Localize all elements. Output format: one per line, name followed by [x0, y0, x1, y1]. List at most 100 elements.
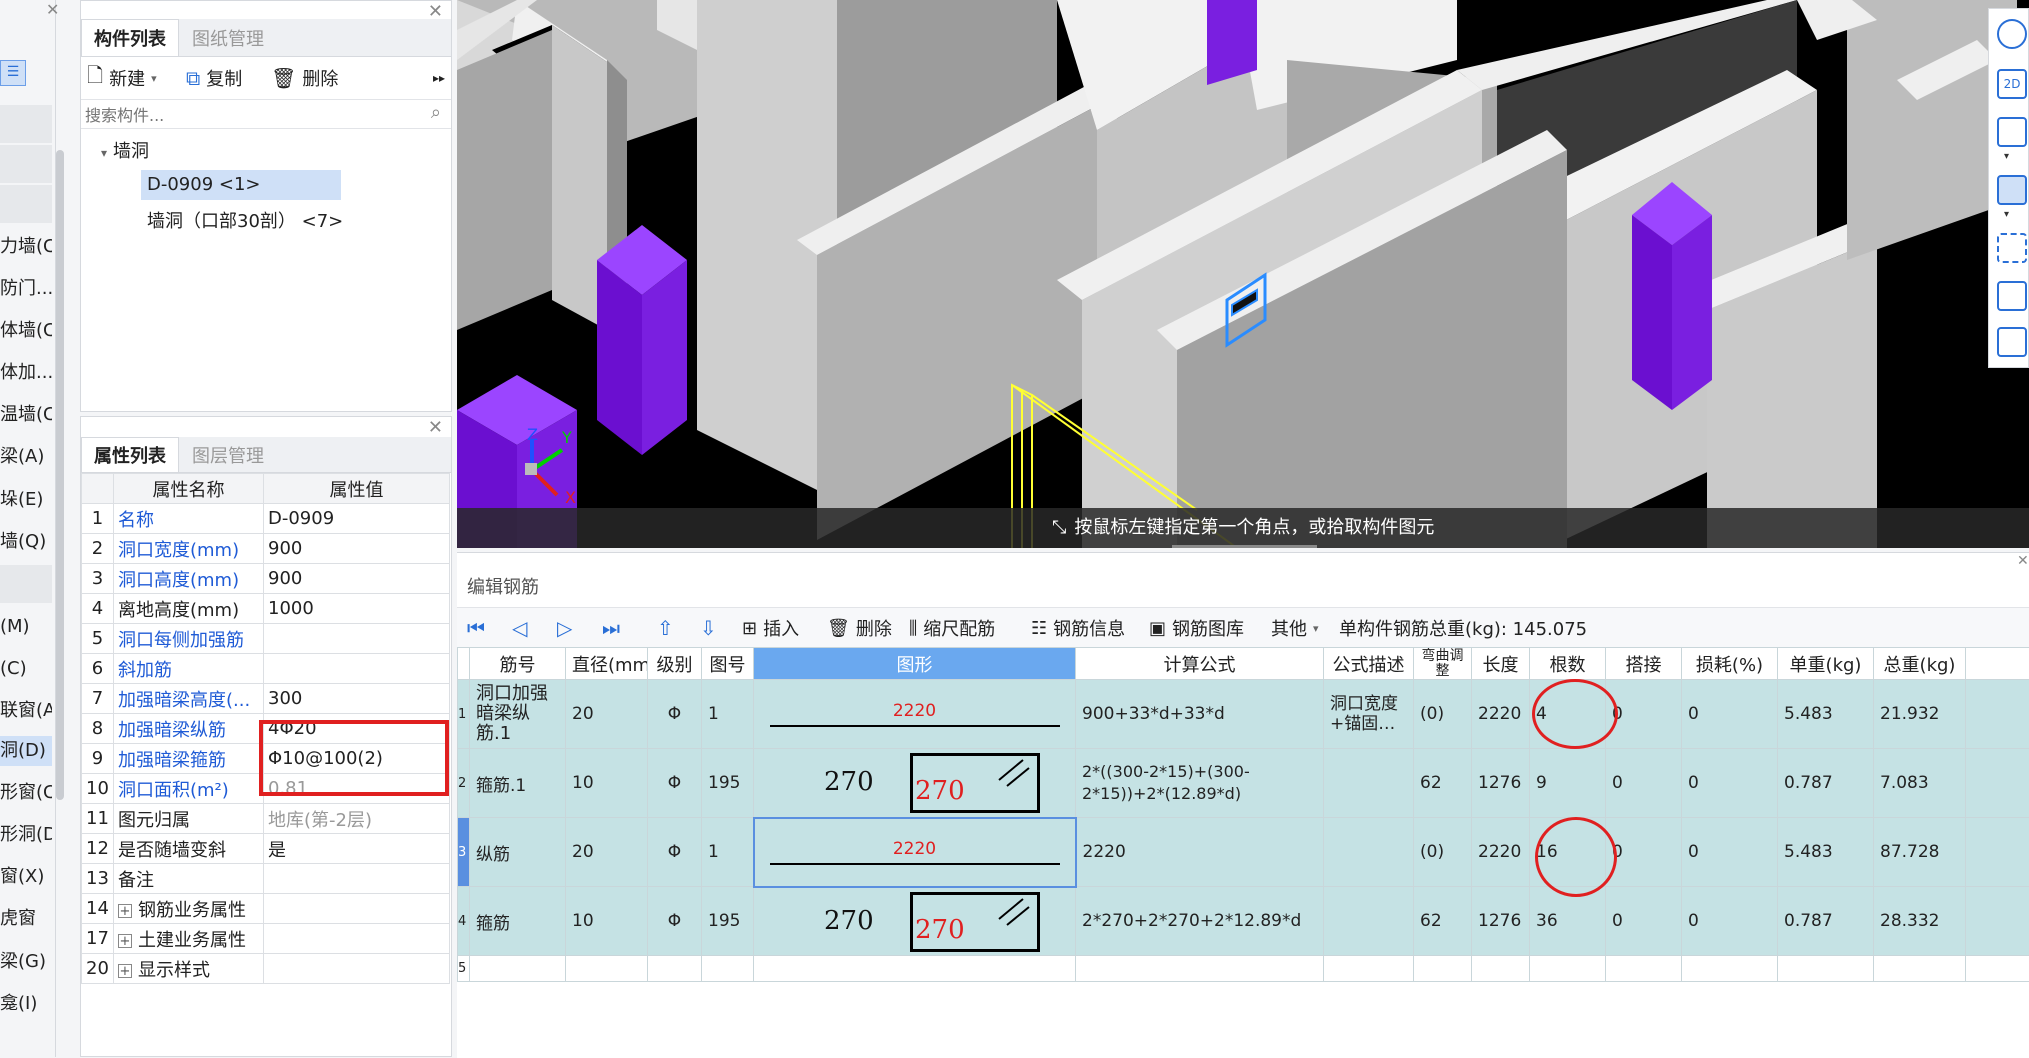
empty-cell[interactable] [1414, 956, 1472, 982]
sidebar-item[interactable]: 梁(G) [0, 947, 52, 977]
sidebar-item[interactable]: 联窗(A [0, 696, 52, 726]
col-header[interactable]: 级别 [648, 648, 702, 680]
empty-cell[interactable] [702, 956, 754, 982]
rebar-name[interactable]: 箍筋 [470, 887, 566, 956]
property-value[interactable] [264, 864, 450, 894]
sidebar-item[interactable]: (C) [0, 654, 52, 684]
col-header[interactable]: 公式描述 [1324, 648, 1414, 680]
rebar-length[interactable]: 1276 [1472, 749, 1530, 818]
property-value[interactable] [264, 624, 450, 654]
tree-item-selected[interactable]: D-0909 <1> [141, 170, 341, 200]
sidebar-item[interactable]: 形窗(C [0, 778, 52, 808]
2d-icon[interactable]: 2D [1997, 69, 2027, 99]
rebar-formula[interactable]: 2*((300-2*15)+(300-2*15))+2*(12.89*d) [1076, 749, 1324, 818]
rebar-row[interactable]: 4 箍筋 10 Φ 195 270 270 2*270+2*270+2*12.8… [458, 887, 2029, 956]
col-header[interactable]: 筋号 [470, 648, 566, 680]
property-row[interactable]: 13备注 [82, 864, 450, 894]
rebar-figure[interactable]: 1 [702, 818, 754, 887]
rebar-formula[interactable]: 2220 [1076, 818, 1324, 887]
empty-cell[interactable] [1606, 956, 1682, 982]
property-row[interactable]: 4离地高度(mm)1000 [82, 594, 450, 624]
col-header-shape[interactable]: 图形 [754, 648, 1076, 680]
sidebar-item[interactable]: 墙(Q) [0, 527, 52, 557]
sidebar-item[interactable]: 形洞(D [0, 820, 52, 850]
rebar-row[interactable]: 3 纵筋 20 Φ 1 2220 2220 (0) 2220 16 0 0 5.… [458, 818, 2029, 887]
rebar-length[interactable]: 2220 [1472, 818, 1530, 887]
sidebar-item[interactable]: 龛(I) [0, 989, 52, 1019]
property-row[interactable]: 7加强暗梁高度(...300 [82, 684, 450, 714]
rebar-diameter[interactable]: 20 [566, 680, 648, 749]
rebar-lap[interactable]: 0 [1606, 887, 1682, 956]
sidebar-item-selected[interactable]: 洞(D) [0, 736, 52, 766]
expand-icon[interactable]: + [118, 904, 132, 918]
other-dropdown[interactable]: 其他▾ [1271, 608, 1319, 648]
property-group-row[interactable]: 20+显示样式 [82, 954, 450, 984]
property-row[interactable]: 11图元归属地库(第-2层) [82, 804, 450, 834]
3d-viewport[interactable]: Z Y X ⤡按鼠标左键指定第一个角点，或拾取构件图元 [457, 0, 2029, 548]
property-group[interactable]: +钢筋业务属性 [114, 894, 264, 924]
rebar-shape[interactable]: 270 270 [754, 749, 1076, 818]
property-value[interactable] [264, 654, 450, 684]
tree-group-wall-hole[interactable]: ▾墙洞 [101, 137, 149, 167]
empty-cell[interactable] [470, 956, 566, 982]
empty-cell[interactable] [566, 956, 648, 982]
new-button[interactable]: 🗋新建▾ [87, 59, 157, 97]
property-value[interactable]: 1000 [264, 594, 450, 624]
col-header[interactable]: 长度 [1472, 648, 1530, 680]
rebar-shape[interactable]: 2220 [754, 680, 1076, 749]
expand-icon[interactable]: + [118, 934, 132, 948]
empty-cell[interactable] [1778, 956, 1874, 982]
last-record-icon[interactable]: ⏭ [602, 608, 620, 648]
rebar-figure[interactable]: 1 [702, 680, 754, 749]
rebar-shape-selected[interactable]: 2220 [754, 818, 1076, 887]
empty-cell[interactable] [1076, 956, 1324, 982]
rebar-name[interactable]: 箍筋.1 [470, 749, 566, 818]
rebar-desc[interactable]: 洞口宽度+锚固… [1324, 680, 1414, 749]
empty-cell[interactable] [1682, 956, 1778, 982]
rebar-info-button[interactable]: ☷钢筋信息 [1031, 608, 1125, 648]
3d-box-icon[interactable] [1997, 117, 2027, 147]
panel-close-icon[interactable]: ✕ [428, 417, 443, 438]
tab-layer-management[interactable]: 图层管理 [179, 437, 277, 472]
viewport-splitter[interactable] [1172, 545, 1317, 548]
rebar-length[interactable]: 1276 [1472, 887, 1530, 956]
rebar-grade[interactable]: Φ [648, 818, 702, 887]
sidebar-item[interactable]: 防门... [0, 274, 52, 304]
first-record-icon[interactable]: ⏮ [467, 608, 485, 648]
rebar-formula[interactable]: 2*270+2*270+2*12.89*d [1076, 887, 1324, 956]
rebar-desc[interactable] [1324, 887, 1414, 956]
col-header[interactable]: 图号 [702, 648, 754, 680]
rebar-figure[interactable]: 195 [702, 749, 754, 818]
list-view-icon[interactable]: ☰ [0, 60, 26, 86]
insert-button[interactable]: ⊞插入 [742, 608, 799, 648]
rebar-loss[interactable]: 0 [1682, 818, 1778, 887]
rebar-loss[interactable]: 0 [1682, 749, 1778, 818]
sidebar-item[interactable]: 温墙(C [0, 400, 52, 430]
move-down-icon[interactable]: ⇩ [700, 608, 717, 648]
3d-solid-icon[interactable] [1997, 175, 2027, 205]
delete-button[interactable]: 🗑删除 [271, 59, 338, 97]
rebar-formula[interactable]: 900+33*d+33*d [1076, 680, 1324, 749]
sidebar-item[interactable]: (M) [0, 612, 52, 642]
scale-rebar-button[interactable]: ⫼缩尺配筋 [909, 608, 995, 648]
sidebar-item[interactable]: 力墙(C [0, 232, 52, 262]
rebar-bend[interactable]: (0) [1414, 818, 1472, 887]
rebar-row[interactable]: 2 箍筋.1 10 Φ 195 270 270 2*((300-2*15)+(3… [458, 749, 2029, 818]
sidebar-scrollbar[interactable] [56, 150, 64, 800]
property-value[interactable]: 是 [264, 834, 450, 864]
delete-row-button[interactable]: 🗑删除 [827, 608, 892, 648]
property-group-row[interactable]: 14+钢筋业务属性 [82, 894, 450, 924]
sidebar-item[interactable]: 体墙(C [0, 316, 52, 346]
layer-settings-icon[interactable] [1997, 327, 2027, 357]
col-header[interactable]: 根数 [1530, 648, 1606, 680]
rebar-bend[interactable]: 62 [1414, 749, 1472, 818]
rebar-editor-close-icon[interactable]: ✕ [2017, 553, 2029, 569]
property-group[interactable]: +显示样式 [114, 954, 264, 984]
rebar-grade[interactable]: Φ [648, 680, 702, 749]
empty-cell[interactable] [1472, 956, 1530, 982]
tab-drawing-management[interactable]: 图纸管理 [179, 19, 277, 56]
rebar-library-button[interactable]: ▣钢筋图库 [1149, 608, 1244, 648]
rebar-loss[interactable]: 0 [1682, 680, 1778, 749]
rebar-count[interactable]: 9 [1530, 749, 1606, 818]
col-header[interactable]: 总重(kg) [1874, 648, 1966, 680]
